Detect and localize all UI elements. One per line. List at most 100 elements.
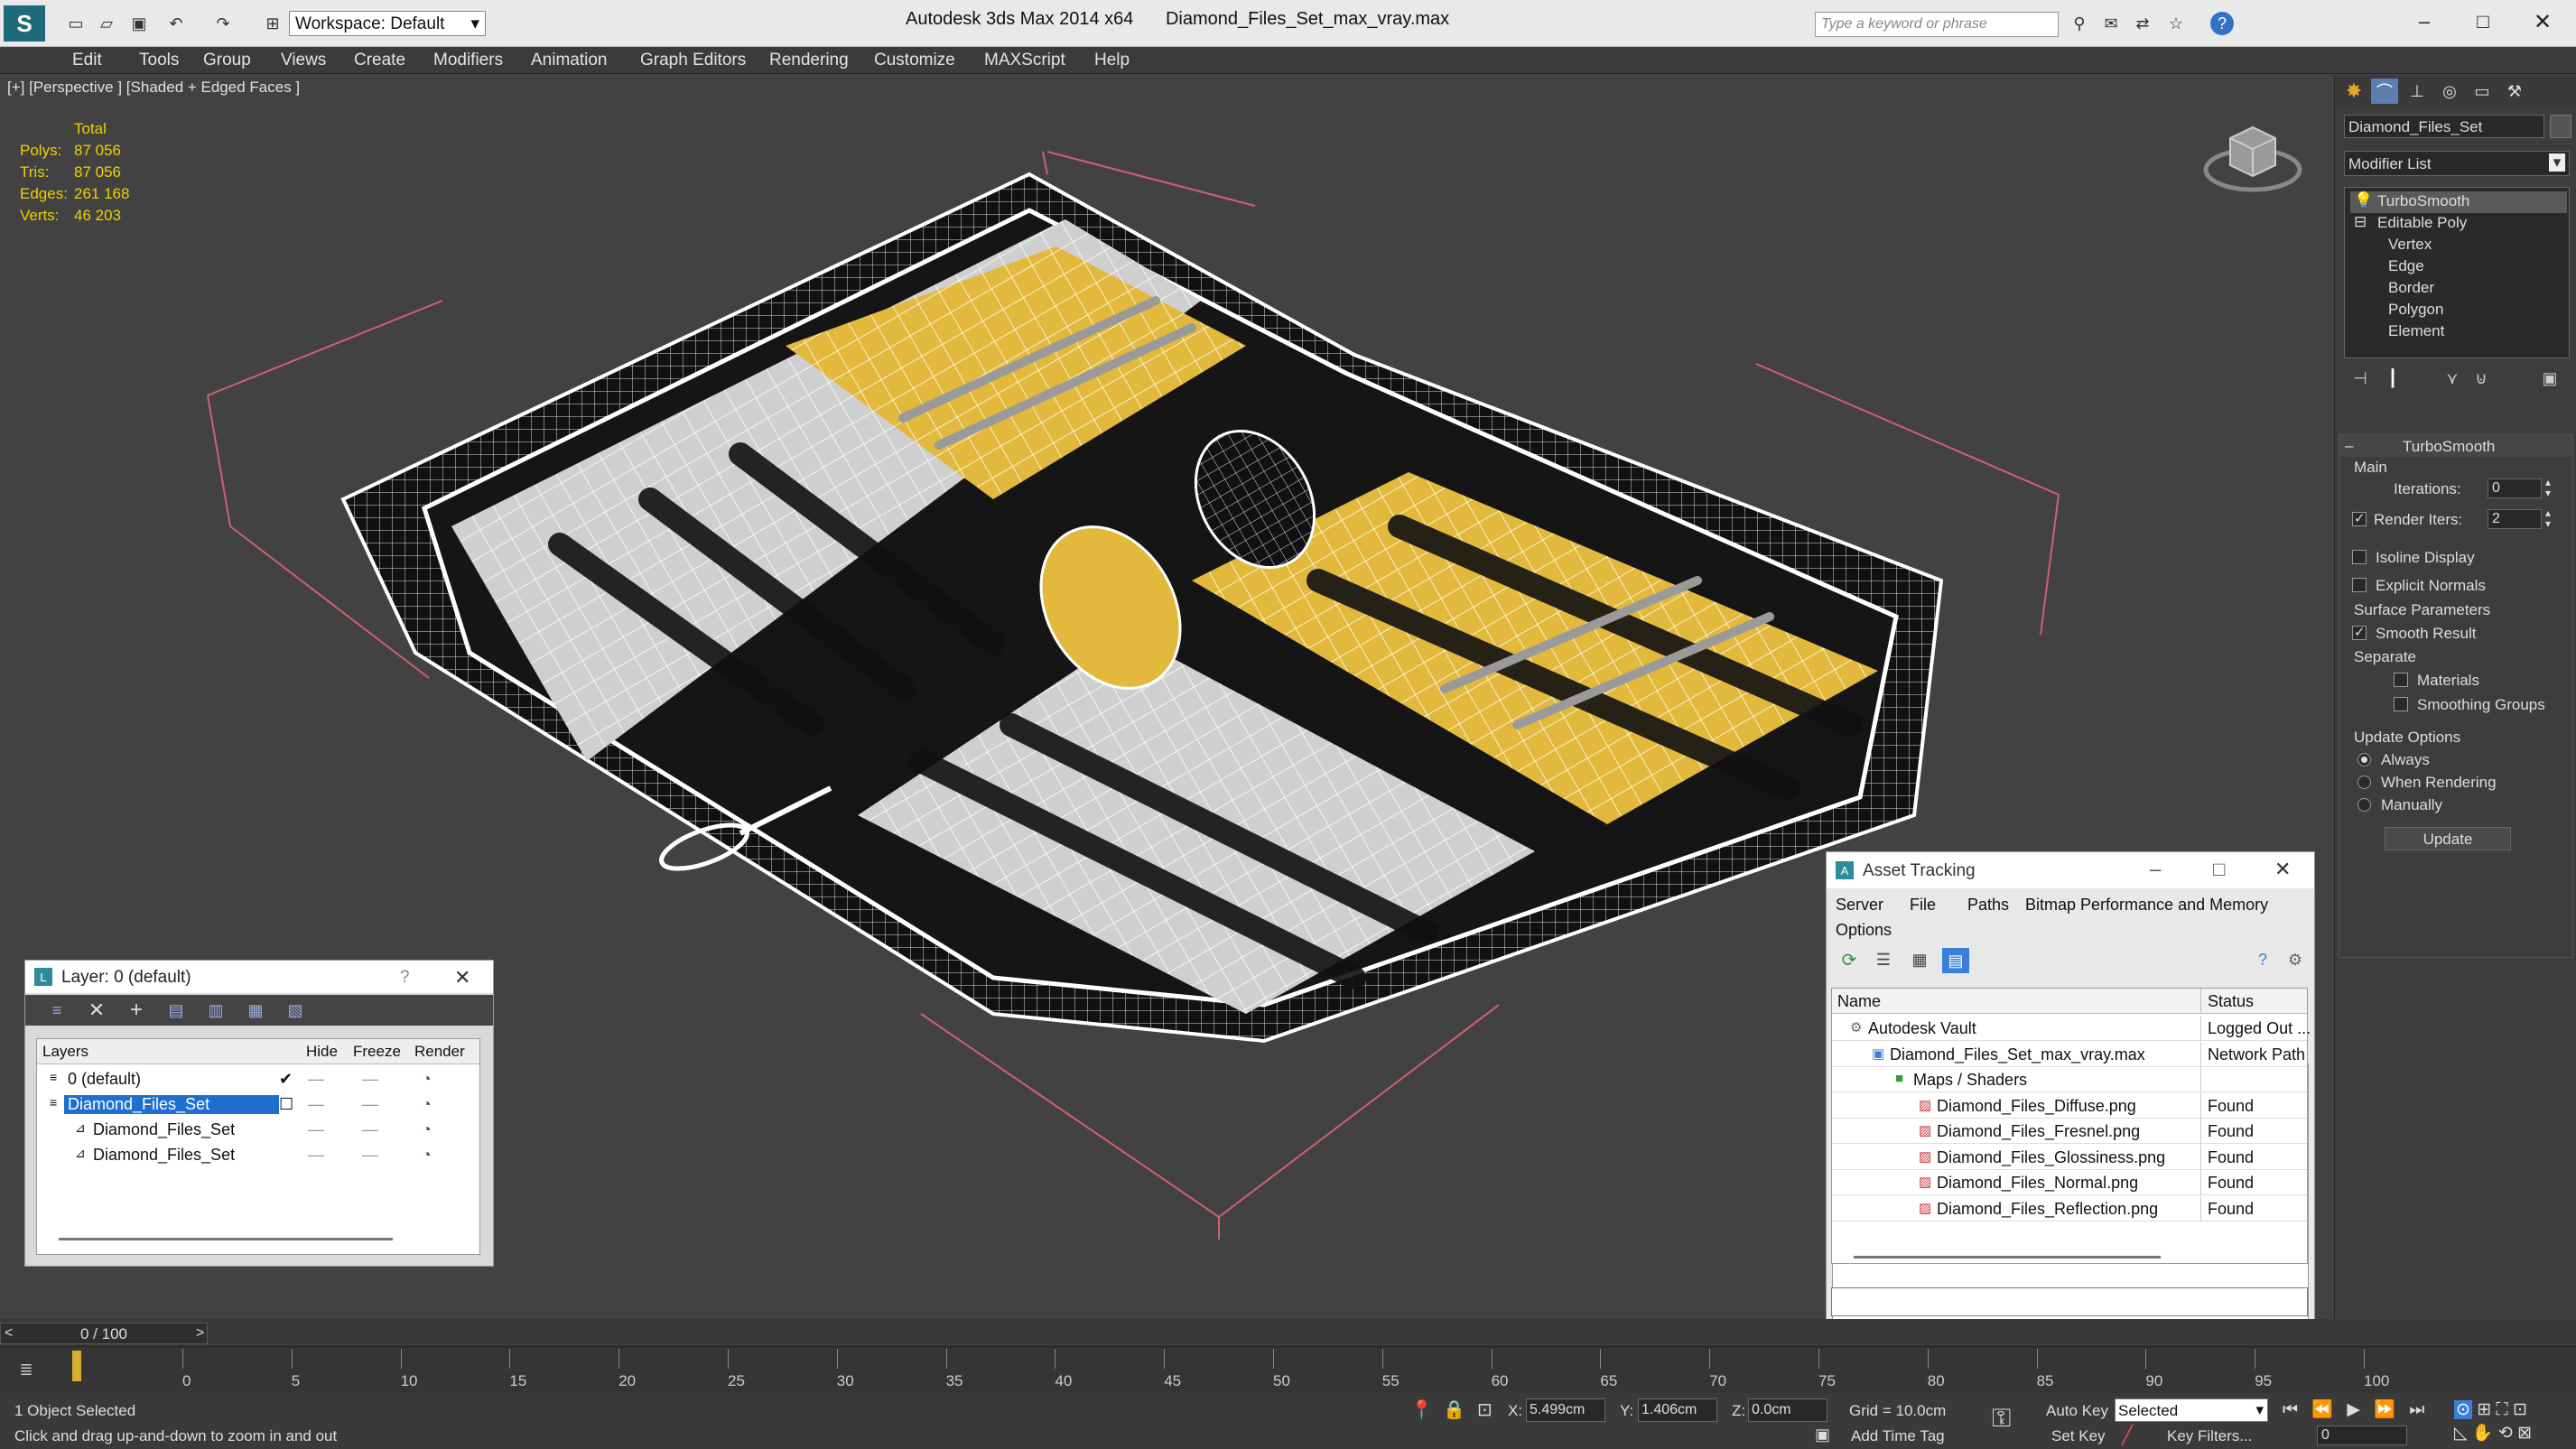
asset-menu-bitmap-performance-and-memory[interactable]: Bitmap Performance and Memory [2025,896,2268,915]
save-file-icon[interactable]: ▣ [128,13,150,34]
stack-item[interactable]: Element [2345,321,2562,343]
favorites-star-icon[interactable]: ☆ [2164,12,2188,35]
binoculars-icon[interactable]: ⚲ [2068,12,2091,35]
layer-row[interactable]: ⊿ Diamond_Files_Set — — ◔ [37,1117,479,1142]
close-icon[interactable]: ✕ [454,966,470,989]
freeze-toggle-icon[interactable]: — [362,1095,378,1114]
z-coord-field[interactable]: 0.0cm [1748,1398,1827,1422]
refresh-icon[interactable]: ⟳ [1837,948,1861,971]
list-view-icon[interactable]: ☰ [1872,948,1895,971]
freeze-toggle-icon[interactable]: — [362,1120,378,1139]
menu-rendering[interactable]: Rendering [769,51,849,70]
auto-key-button[interactable]: Auto Key [2046,1402,2108,1420]
layer-row[interactable]: ⊿ Diamond_Files_Set — — ◔ [37,1142,479,1167]
help-icon[interactable]: ? [2210,12,2234,35]
hierarchy-tab-icon[interactable]: ⊥ [2404,79,2431,104]
asset-row[interactable]: ▨ Diamond_Files_Normal.png Found [1832,1170,2307,1195]
time-slider[interactable]: < 0 / 100 > [0,1323,208,1344]
frame-field[interactable]: 0 [2317,1426,2407,1445]
asset-row[interactable]: ▨ Diamond_Files_Reflection.png Found [1832,1195,2307,1221]
selected-dropdown[interactable]: Selected ▾ [2115,1398,2268,1422]
stack-item[interactable]: Edge [2345,256,2562,278]
menu-create[interactable]: Create [354,51,405,70]
create-tab-icon[interactable]: ✸ [2340,79,2367,104]
prev-frame-icon[interactable]: < [5,1325,13,1342]
undo-icon[interactable]: ↶ [163,13,190,34]
help-icon[interactable]: ? [2251,948,2274,971]
key-filters-button[interactable]: Key Filters... [2167,1427,2252,1445]
hide-toggle-icon[interactable]: — [308,1070,324,1089]
zoom-icon[interactable]: ⊙ [2454,1400,2472,1419]
materials-checkbox[interactable] [2394,673,2408,687]
y-coord-field[interactable]: 1.406cm [1638,1398,1717,1422]
stack-bulb-icon[interactable]: 💡 [2354,191,2373,209]
delete-layer-icon[interactable]: ✕ [85,999,108,1022]
close-icon[interactable]: ✕ [2525,4,2561,40]
settings-icon[interactable]: ⚙ [2283,948,2307,971]
menu-graph-editors[interactable]: Graph Editors [640,51,746,70]
add-time-tag[interactable]: Add Time Tag [1851,1427,1945,1445]
maximize-icon[interactable]: □ [2213,858,2225,881]
current-layer-check-icon[interactable]: ✔ [279,1070,293,1089]
stack-item[interactable]: ⊟ Editable Poly [2350,213,2567,235]
goto-start-icon[interactable]: ⏮ [2283,1400,2298,1419]
minimize-icon[interactable]: – [2150,858,2161,881]
maximize-viewport-icon[interactable]: ⊡ [2513,1400,2527,1419]
maximize-icon[interactable]: □ [2465,4,2501,40]
menu-customize[interactable]: Customize [874,51,955,70]
next-frame-icon[interactable]: > [196,1325,204,1342]
asset-row[interactable]: ▣ Diamond_Files_Set_max_vray.max Network P… [1832,1041,2307,1067]
render-toggle-icon[interactable]: ◔ [422,1120,432,1139]
create-layer-icon[interactable]: ≡ [45,999,69,1022]
rollout-header[interactable]: – TurboSmooth [2339,435,2572,457]
col-layers[interactable]: Layers [42,1043,88,1061]
layer-panel-titlebar[interactable]: L Layer: 0 (default) ? ✕ [25,961,493,993]
highlight-layer-icon[interactable]: ▥ [204,999,228,1022]
render-iters-field[interactable]: 2 [2488,509,2542,529]
table-view-icon[interactable]: ▤ [1942,948,1969,973]
make-unique-icon[interactable]: ⋎ [2441,367,2463,389]
asset-menu-paths[interactable]: Paths [1967,896,2009,915]
asset-panel-titlebar[interactable]: A Asset Tracking – □ ✕ [1827,852,2314,888]
asset-scrollbar[interactable] [1854,1256,2161,1259]
asset-row[interactable]: ▨ Diamond_Files_Fresnel.png Found [1832,1119,2307,1144]
make-current-box-icon[interactable]: ☐ [279,1095,293,1114]
smoothing-groups-checkbox[interactable] [2394,697,2408,711]
workspace-dropdown[interactable]: Workspace: Default ▾ [289,11,486,36]
stack-item[interactable]: Border [2345,278,2562,300]
isoline-checkbox[interactable] [2352,550,2367,564]
col-render[interactable]: Render [414,1043,465,1061]
hide-toggle-icon[interactable]: — [308,1120,324,1139]
freeze-toggle-icon[interactable]: — [362,1070,378,1089]
help-icon[interactable]: ? [400,968,410,988]
display-tab-icon[interactable]: ▭ [2469,79,2496,104]
stack-item[interactable]: Vertex [2345,235,2562,256]
asset-row[interactable]: ⚙ Autodesk Vault Logged Out ... [1832,1016,2311,1041]
close-icon[interactable]: ✕ [2274,858,2291,881]
prev-key-icon[interactable]: ⏪ [2311,1400,2333,1419]
stack-item[interactable]: Polygon [2345,300,2562,321]
goto-end-icon[interactable]: ⏭ [2409,1400,2424,1419]
object-name-field[interactable]: Diamond_Files_Set [2344,115,2544,138]
menu-views[interactable]: Views [281,51,326,70]
zoom-all-icon[interactable]: ⊞ [2477,1400,2491,1419]
new-file-icon[interactable]: ▭ [65,13,87,34]
iterations-field[interactable]: 0 [2488,478,2542,498]
stack-bulb-icon[interactable]: ⊟ [2354,213,2367,231]
walk-icon[interactable]: ⊠ [2517,1424,2532,1443]
when-rendering-radio[interactable] [2357,776,2371,789]
key-icon[interactable]: ⚿ [1992,1404,2011,1434]
freeze-toggle-icon[interactable]: — [362,1146,378,1165]
minimize-icon[interactable]: – [2406,4,2442,40]
stack-item[interactable]: 💡 TurboSmooth [2350,191,2567,213]
next-key-icon[interactable]: ⏩ [2374,1400,2395,1419]
play-icon[interactable]: ▶ [2347,1400,2360,1419]
col-freeze[interactable]: Freeze [353,1043,401,1061]
redo-icon[interactable]: ↷ [209,13,237,34]
asset-path-field[interactable] [1831,1287,2308,1316]
asset-menu-server[interactable]: Server [1836,896,1883,915]
select-objects-icon[interactable]: ▤ [164,999,188,1022]
col-hide[interactable]: Hide [306,1043,338,1061]
isolate-icon[interactable]: 📍 [1410,1398,1433,1421]
layer-row[interactable]: ≡ Diamond_Files_Set ☐ — — ◔ [37,1091,479,1117]
